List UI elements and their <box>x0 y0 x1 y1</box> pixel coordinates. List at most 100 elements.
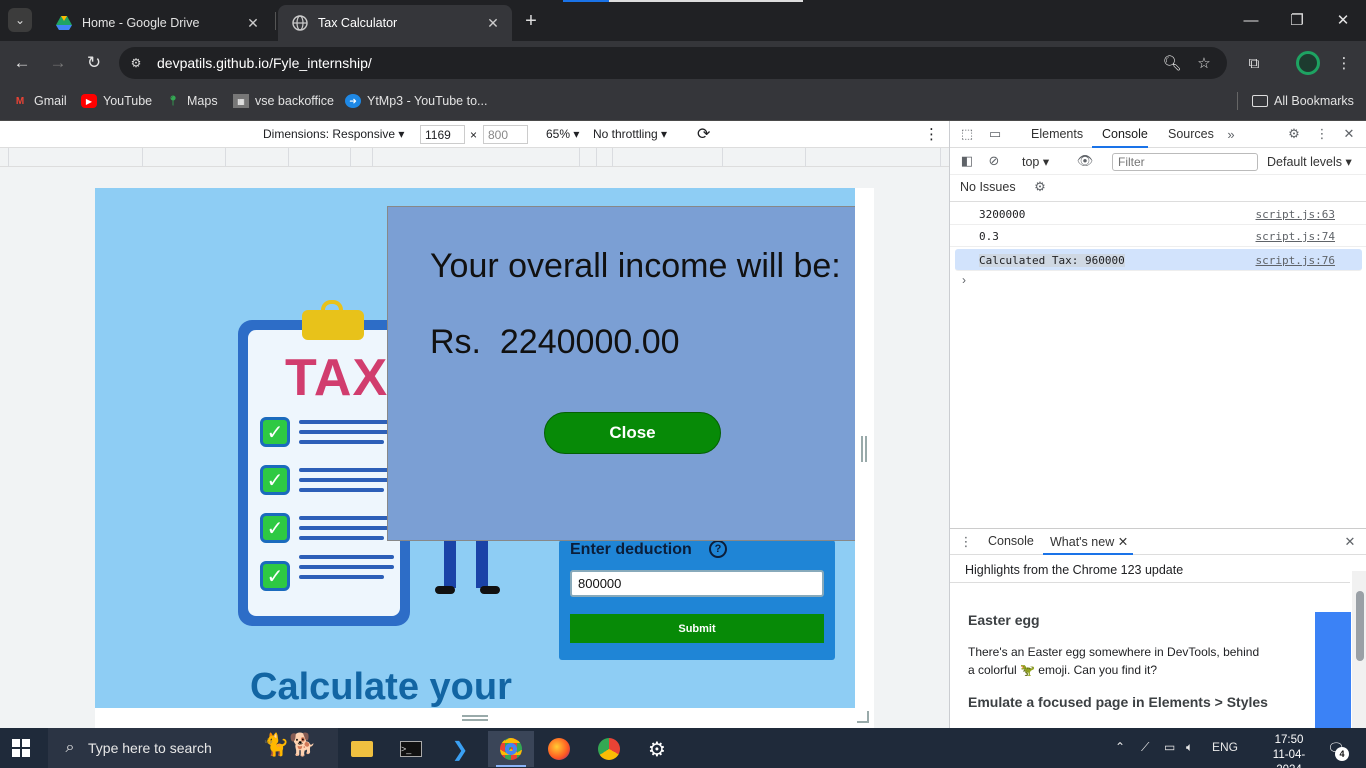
times-sign: × <box>470 128 478 142</box>
media-query-ruler[interactable] <box>0 148 949 167</box>
resize-handle-right[interactable] <box>861 436 867 462</box>
tab-google-drive[interactable]: Home - Google Drive ✕ <box>42 5 272 41</box>
close-devtools-icon[interactable]: ✕ <box>1340 125 1358 143</box>
settings-gear-icon[interactable]: ⚙ <box>1285 125 1303 143</box>
chrome-icon[interactable] <box>488 731 534 767</box>
context-dropdown[interactable]: top ▾ <box>1022 154 1049 169</box>
firefox-icon[interactable] <box>536 731 582 767</box>
tab-search-button[interactable]: ⌄ <box>8 8 32 32</box>
volume-icon[interactable]: 🔈︎ <box>1186 740 1193 755</box>
all-bookmarks[interactable]: All Bookmarks <box>1252 92 1354 110</box>
tab-separator <box>275 12 276 30</box>
chrome-profile-icon[interactable] <box>586 731 632 767</box>
site-info-icon[interactable]: ⚙ <box>128 55 144 71</box>
restore-icon[interactable]: ❐ <box>1274 0 1320 40</box>
drawer-scrollbar[interactable] <box>1352 571 1366 728</box>
file-explorer-icon[interactable] <box>339 731 385 767</box>
checkmark-icon: ✓ <box>260 465 290 495</box>
source-link[interactable]: script.js:63 <box>1256 208 1335 221</box>
console-line-selected: Calculated Tax: 960000 script.js:76 <box>955 249 1362 271</box>
clear-console-icon[interactable]: ⊘ <box>985 152 1003 170</box>
devtools-menu-icon[interactable]: ⋮ <box>1313 125 1331 143</box>
terminal-icon[interactable]: >_ <box>388 731 434 767</box>
windows-start-icon[interactable] <box>12 739 30 757</box>
close-tab-icon[interactable]: ✕ <box>484 14 502 32</box>
help-icon[interactable]: ? <box>709 540 727 558</box>
resize-handle-bottom[interactable] <box>462 715 488 721</box>
whats-new-title[interactable]: Emulate a focused page in Elements > Sty… <box>968 694 1268 710</box>
bookmark-maps[interactable]: 📍︎ Maps <box>165 92 218 110</box>
list-line <box>299 555 394 559</box>
tab-elements[interactable]: Elements <box>1031 127 1083 141</box>
deduction-input[interactable] <box>570 570 824 597</box>
drawer-menu-icon[interactable]: ⋮ <box>957 533 975 551</box>
device-toggle-icon[interactable]: ▭ <box>986 125 1004 143</box>
submit-button[interactable]: Submit <box>570 614 824 643</box>
bookmark-star-icon[interactable]: ☆ <box>1193 52 1215 74</box>
drawer-tab-whats-new[interactable]: What's new ✕ <box>1050 534 1128 549</box>
vscode-icon[interactable]: ❯ <box>437 731 483 767</box>
close-tab-icon[interactable]: ✕ <box>1118 535 1128 549</box>
rotate-icon[interactable]: ⟳ <box>697 124 710 144</box>
bookmark-label: vse backoffice <box>255 94 334 108</box>
bookmark-gmail[interactable]: M Gmail <box>12 92 67 110</box>
source-link[interactable]: script.js:76 <box>1256 254 1335 267</box>
profile-avatar[interactable] <box>1296 51 1320 75</box>
reload-icon[interactable]: ↻ <box>81 50 107 76</box>
clock-date: 11-04-2024 <box>1272 749 1306 768</box>
resize-handle-corner[interactable] <box>857 711 869 723</box>
forward-icon[interactable]: → <box>45 50 71 76</box>
network-icon[interactable]: ⟋ <box>1141 740 1149 755</box>
console-prompt-icon[interactable]: › <box>962 273 966 287</box>
close-window-icon[interactable]: ✕ <box>1320 0 1366 40</box>
list-line <box>299 526 394 530</box>
source-link[interactable]: script.js:74 <box>1256 230 1335 243</box>
inspect-element-icon[interactable]: ⬚ <box>958 125 976 143</box>
bookmark-label: Gmail <box>34 94 67 108</box>
viewport-width-input[interactable] <box>420 125 465 144</box>
throttling-label: No throttling <box>593 127 658 141</box>
viewport-height-input[interactable] <box>483 125 528 144</box>
taskbar-clock[interactable]: 17:50 11-04-2024 <box>1264 733 1314 768</box>
list-line <box>299 420 394 424</box>
tab-console[interactable]: Console <box>1102 127 1148 141</box>
minimize-icon[interactable]: — <box>1228 0 1274 40</box>
tab-tax-calculator[interactable]: Tax Calculator ✕ <box>278 5 512 41</box>
menu-dots-icon[interactable]: ⋮ <box>1333 52 1355 74</box>
url-text[interactable]: devpatils.github.io/Fyle_internship/ <box>157 55 372 71</box>
battery-icon[interactable]: ▭ <box>1164 740 1175 754</box>
live-expression-eye-icon[interactable]: 👁︎ <box>1076 152 1094 170</box>
maps-icon: 📍︎ <box>166 95 180 107</box>
extensions-icon[interactable]: ⧉ <box>1243 52 1265 74</box>
bookmark-youtube[interactable]: ▶ YouTube <box>81 92 152 110</box>
income-amount: Rs. 2240000.00 <box>430 323 680 361</box>
zoom-icon[interactable]: 🔍︎ <box>1161 52 1183 74</box>
devtools-tabbar <box>950 121 1366 148</box>
whats-new-title: Easter egg <box>968 612 1040 628</box>
settings-gear-icon[interactable]: ⚙ <box>634 731 680 767</box>
bookmark-vse[interactable]: ▦ vse backoffice <box>233 92 334 110</box>
issues-settings-gear-icon[interactable]: ⚙ <box>1031 178 1049 196</box>
bookmark-ytmp3[interactable]: ➜ YtMp3 - YouTube to... <box>345 92 487 110</box>
throttling-dropdown[interactable]: No throttling ▾ <box>593 127 667 141</box>
device-more-icon[interactable]: ⋮ <box>924 125 939 143</box>
console-filter-input[interactable] <box>1112 153 1258 171</box>
dimensions-dropdown[interactable]: Dimensions: Responsive ▾ <box>263 127 404 141</box>
folder-icon <box>1252 95 1268 107</box>
close-tab-icon[interactable]: ✕ <box>244 14 262 32</box>
zoom-dropdown[interactable]: 65% ▾ <box>546 127 579 141</box>
sidebar-toggle-icon[interactable]: ◧ <box>958 152 976 170</box>
close-drawer-icon[interactable]: ✕ <box>1341 533 1359 551</box>
new-tab-button[interactable]: + <box>520 10 542 32</box>
issues-label: No Issues <box>960 180 1016 194</box>
chevron-up-icon[interactable]: ⌃ <box>1115 740 1125 754</box>
back-icon[interactable]: ← <box>9 50 35 76</box>
youtube-icon: ▶ <box>81 94 97 108</box>
drawer-tab-console[interactable]: Console <box>988 534 1034 548</box>
log-levels-dropdown[interactable]: Default levels ▾ <box>1267 154 1352 169</box>
language-indicator[interactable]: ENG <box>1212 740 1238 754</box>
notification-count-badge: 4 <box>1335 747 1349 761</box>
close-button[interactable]: Close <box>544 412 721 454</box>
tab-sources[interactable]: Sources <box>1168 127 1214 141</box>
more-tabs-icon[interactable]: » <box>1222 125 1240 143</box>
